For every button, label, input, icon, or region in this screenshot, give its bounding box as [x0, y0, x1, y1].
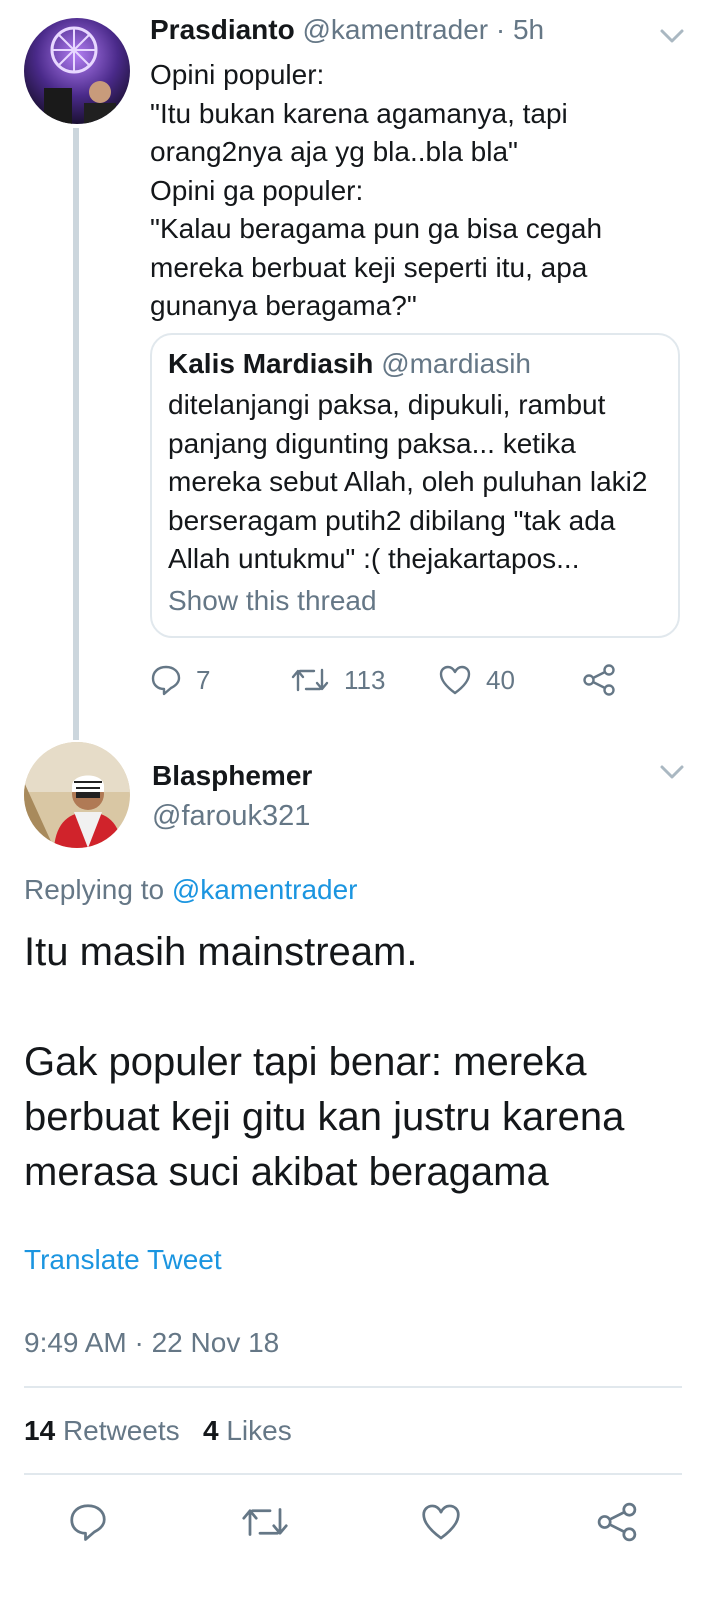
tweet1-like-count: 40: [486, 664, 515, 695]
chevron-down-icon: [660, 29, 684, 43]
quoted-tweet-header: Kalis Mardiasih @mardiasih: [168, 348, 531, 380]
reply-icon: [70, 1504, 106, 1541]
retweet-count: 14: [24, 1415, 56, 1446]
avatar-blasphemer[interactable]: [24, 742, 130, 848]
share-icon: [597, 1502, 637, 1542]
quoted-author-handle: @mardiasih: [381, 348, 531, 379]
tweet2-retweet-button[interactable]: [240, 1502, 290, 1547]
thread-connector-line: [73, 128, 79, 740]
retweet-icon: [242, 1508, 288, 1536]
quoted-tweet-text: ditelanjangi paksa, dipukuli, rambut pan…: [168, 389, 648, 574]
tweet1-author-handle[interactable]: @kamentrader: [302, 14, 488, 45]
like-label: Likes: [226, 1415, 292, 1446]
tweet1-more-button[interactable]: [658, 26, 686, 51]
tweet1-retweet-action[interactable]: 113: [290, 664, 385, 696]
tweet2-text: Itu masih mainstream. Gak populer tapi b…: [24, 930, 625, 1194]
tweet2-share-button[interactable]: [596, 1502, 638, 1547]
heart-icon: [439, 665, 471, 695]
like-count: 4: [203, 1415, 219, 1446]
tweet2-author-name[interactable]: Blasphemer: [152, 760, 312, 792]
retweet-label: Retweets: [62, 1415, 180, 1446]
retweet-icon: [291, 668, 329, 692]
reply-icon: [151, 665, 181, 696]
tweet2-reply-button[interactable]: [68, 1502, 108, 1547]
tweet1-reply-action[interactable]: 7: [150, 664, 210, 696]
retweets-stat[interactable]: 14 Retweets: [24, 1415, 180, 1446]
engagement-stats: 14 Retweets 4 Likes: [24, 1415, 292, 1447]
tweet1-like-action[interactable]: 40: [438, 664, 515, 696]
replying-to-label: Replying to: [24, 874, 165, 905]
avatar-prasdianto[interactable]: [24, 18, 130, 124]
tweet1-time: · 5h: [495, 14, 545, 45]
tweet2-author-handle[interactable]: @farouk321: [152, 800, 310, 833]
heart-icon: [422, 1504, 460, 1540]
quoted-author-name: Kalis Mardiasih: [168, 348, 374, 379]
tweet1-share-action[interactable]: [582, 664, 616, 696]
likes-stat[interactable]: 4 Likes: [203, 1415, 292, 1446]
translate-tweet-link[interactable]: Translate Tweet: [24, 1244, 222, 1276]
tweet1-text: Opini populer: "Itu bukan karena agamany…: [150, 59, 603, 321]
tweet1-reply-count: 7: [196, 664, 211, 695]
divider-bottom: [24, 1473, 682, 1475]
show-thread-link[interactable]: Show this thread: [168, 585, 377, 617]
replying-to-handle-link[interactable]: @kamentrader: [172, 874, 358, 905]
tweet2-timestamp[interactable]: 9:49 AM · 22 Nov 18: [24, 1327, 279, 1359]
tweet1-retweet-count: 113: [344, 664, 386, 695]
chevron-down-icon: [660, 765, 684, 779]
divider-top: [24, 1386, 682, 1388]
tweet2-like-button[interactable]: [420, 1502, 462, 1547]
tweet2-more-button[interactable]: [658, 762, 686, 787]
replying-to-line: Replying to @kamentrader: [24, 874, 357, 906]
tweet1-header: Prasdianto @kamentrader · 5h: [150, 14, 544, 46]
share-icon: [583, 664, 615, 696]
tweet1-author-name[interactable]: Prasdianto: [150, 14, 295, 45]
